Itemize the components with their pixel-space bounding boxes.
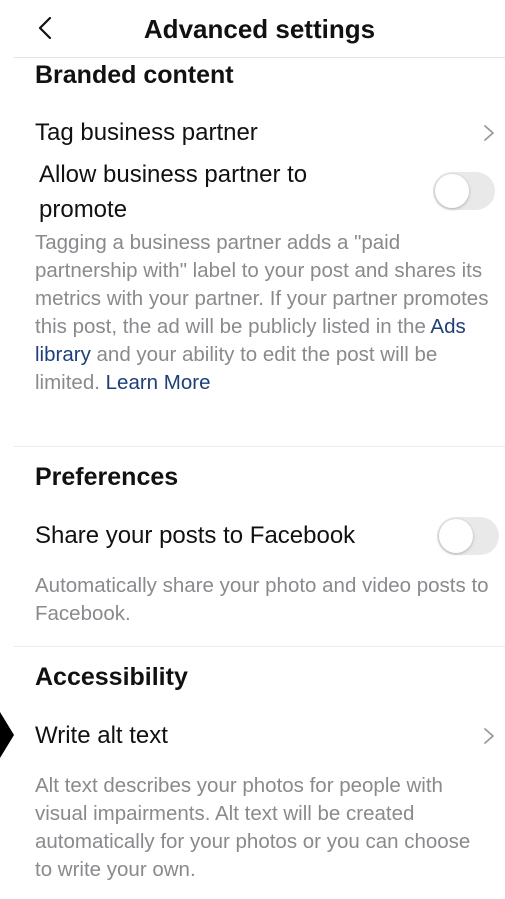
section-title-accessibility: Accessibility	[35, 663, 188, 691]
page-title: Advanced settings	[143, 14, 376, 44]
section-title-branded-content: Branded content	[35, 61, 234, 89]
section-title-preferences: Preferences	[35, 463, 179, 491]
divider	[14, 646, 505, 647]
write-alt-text-row[interactable]: Write alt text	[35, 721, 168, 751]
advanced-settings-screen: Advanced settings Branded content Tag bu…	[0, 0, 505, 899]
allow-partner-promote-label: Allow business partner to promote	[39, 161, 308, 223]
header-bar: Advanced settings	[14, 0, 505, 58]
toggle-knob	[435, 174, 469, 208]
description-text: Tagging a business partner adds a "paid …	[35, 231, 489, 338]
learn-more-link[interactable]: Learn More	[106, 371, 211, 394]
chevron-right-icon[interactable]	[483, 727, 495, 745]
preferences-description: Automatically share your photo and video…	[35, 574, 489, 625]
tag-business-partner-row[interactable]: Tag business partner	[35, 118, 258, 148]
divider	[14, 446, 505, 447]
share-facebook-toggle[interactable]	[437, 517, 499, 555]
share-facebook-label: Share your posts to Facebook	[35, 522, 356, 549]
pointer-marker-icon	[0, 712, 14, 758]
toggle-knob	[439, 519, 473, 553]
chevron-right-icon[interactable]	[483, 124, 495, 142]
description-text-continued: and your ability to edit the post will b…	[35, 343, 438, 394]
branded-content-description: Tagging a business partner adds a "paid …	[35, 229, 493, 397]
allow-partner-promote-toggle[interactable]	[433, 172, 495, 210]
accessibility-description: Alt text describes your photos for peopl…	[35, 774, 471, 881]
